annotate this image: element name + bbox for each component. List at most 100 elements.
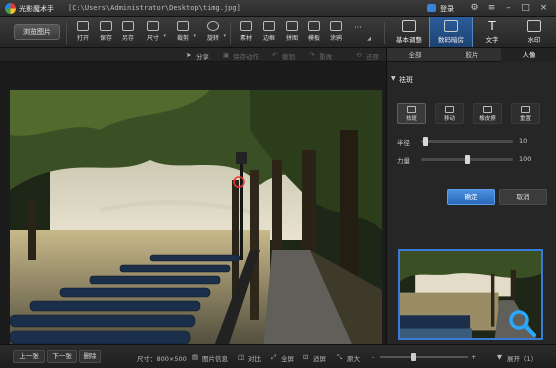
original-size-button[interactable]: 原大 — [347, 353, 360, 363]
menu-icon[interactable]: ≡ — [485, 3, 498, 14]
undo-icon: ↶ — [272, 51, 278, 59]
crop-button[interactable]: 裁剪 ▾ — [168, 20, 198, 46]
spot-removal-tool-button[interactable]: 祛斑 — [397, 103, 426, 124]
expand-button[interactable]: 展开（1） — [507, 353, 537, 363]
fullscreen-button[interactable]: 全屏 — [281, 353, 294, 363]
maximize-icon[interactable]: □ — [519, 3, 532, 14]
info-icon: ▤ — [192, 353, 199, 361]
adjust-icon — [402, 20, 416, 32]
share-button[interactable]: 分享 — [196, 51, 209, 61]
status-bar: 上一张 下一张 删除 尺寸：800×500 ▤ 图片信息 ◫ 对比 ⤢ 全屏 ⊡… — [0, 344, 556, 368]
reset-icon — [521, 106, 530, 113]
close-icon[interactable]: × — [537, 3, 550, 14]
action-bar: ➤ 分享 ▣ 保存动作 ↶ 撤销 ↷ 重做 ⟲ 还原 — [0, 48, 386, 62]
chevron-down-icon[interactable]: ◢ — [367, 36, 371, 42]
fit-icon: ⊡ — [303, 353, 309, 361]
save-as-icon — [122, 21, 134, 31]
folder-icon — [77, 21, 89, 31]
tab-all[interactable]: 全部 — [387, 48, 443, 62]
darkroom-icon — [444, 20, 458, 32]
delete-button[interactable]: 删除 — [79, 350, 101, 363]
cancel-button[interactable]: 取消 — [499, 189, 547, 205]
minimize-icon[interactable]: – — [502, 3, 515, 14]
zoom-magnifier-icon[interactable] — [508, 309, 536, 337]
panel-tabs: 全部 胶片 人像 — [387, 48, 556, 62]
ok-button[interactable]: 确定 — [447, 189, 495, 205]
material-icon — [240, 21, 252, 31]
app-logo-icon — [5, 3, 16, 14]
zoom-out-button[interactable]: - — [372, 353, 374, 361]
redo-button[interactable]: 重做 — [319, 51, 332, 61]
strength-slider-thumb[interactable] — [465, 155, 470, 164]
chevron-down-icon[interactable]: ▾ — [193, 33, 196, 39]
original-size-icon: ⤡ — [337, 353, 343, 361]
doodle-icon — [330, 21, 342, 31]
image-canvas[interactable] — [0, 62, 386, 368]
save-action-button[interactable]: 保存动作 — [233, 51, 259, 61]
resize-button[interactable]: 尺寸 ▾ — [138, 20, 168, 46]
tab-text[interactable]: T 文字 — [470, 17, 514, 47]
rotate-icon — [207, 21, 219, 31]
restore-button[interactable]: 还原 — [366, 51, 379, 61]
main-toolbar: 浏览图片 打开 保存 另存 尺寸 ▾ 裁剪 ▾ 旋转 ▾ 素材 边框 拼图 模板 涂鸦… — [0, 17, 556, 48]
move-icon — [445, 106, 454, 113]
previous-image-button[interactable]: 上一张 — [13, 350, 45, 363]
resize-icon — [147, 21, 159, 31]
zoom-slider-thumb[interactable] — [411, 353, 417, 361]
tab-basic-adjust[interactable]: 基本调整 — [387, 17, 431, 47]
edited-photo[interactable] — [10, 90, 382, 368]
eraser-tool-button[interactable]: 橡皮擦 — [473, 103, 502, 124]
login-link[interactable]: 登录 — [440, 4, 454, 14]
radius-slider-thumb[interactable] — [422, 137, 428, 146]
fit-screen-button[interactable]: 适屏 — [313, 353, 326, 363]
template-icon — [308, 21, 320, 31]
border-icon — [263, 21, 275, 31]
text-icon: T — [488, 19, 496, 33]
undo-button[interactable]: 撤销 — [282, 51, 295, 61]
redo-icon: ↷ — [309, 51, 315, 59]
restore-icon: ⟲ — [356, 51, 362, 59]
tab-portrait[interactable]: 人像 — [501, 48, 556, 62]
radius-value: 10 — [519, 137, 528, 145]
section-title: 祛斑 — [399, 76, 413, 84]
compare-button[interactable]: 对比 — [248, 353, 261, 363]
radius-label: 半径 — [397, 139, 410, 147]
file-path: [C:\Users\Administrator\Desktop\timg.jpg… — [68, 4, 241, 12]
next-image-button[interactable]: 下一张 — [47, 350, 77, 363]
tab-film[interactable]: 胶片 — [444, 48, 500, 62]
expand-icon: ▼ — [497, 353, 502, 361]
title-bar: 光影魔术手 [C:\Users\Administrator\Desktop\ti… — [0, 0, 556, 17]
login-icon[interactable] — [427, 4, 436, 12]
share-icon[interactable]: ➤ — [186, 51, 191, 59]
rotate-button[interactable]: 旋转 ▾ — [198, 20, 228, 46]
chevron-down-icon[interactable]: ▾ — [223, 33, 226, 39]
navigator-thumbnail[interactable] — [398, 249, 543, 340]
watermark-icon — [527, 20, 541, 32]
reset-button[interactable]: 重置 — [511, 103, 540, 124]
radius-slider[interactable] — [421, 137, 513, 146]
compare-icon: ◫ — [238, 353, 245, 361]
browse-images-button[interactable]: 浏览图片 — [14, 24, 60, 40]
section-header[interactable]: ▼ 祛斑 — [387, 74, 556, 86]
eraser-icon — [483, 106, 492, 113]
image-info-button[interactable]: 图片信息 — [202, 353, 228, 363]
image-size-readout: 尺寸：800×500 — [137, 355, 187, 363]
lake-promenade-photo — [10, 90, 382, 368]
tab-digital-darkroom[interactable]: 数码暗房 — [429, 17, 473, 47]
right-panel: 全部 胶片 人像 ▼ 祛斑 祛斑 移动 橡皮擦 重置 半径 10 力量 100 … — [386, 48, 556, 344]
chevron-down-icon[interactable]: ▼ — [391, 75, 396, 82]
fullscreen-icon: ⤢ — [271, 353, 277, 361]
cursor-icon — [407, 106, 416, 113]
more-tools-button[interactable]: ··· ◢ — [343, 20, 373, 46]
app-name: 光影魔术手 — [19, 5, 54, 13]
move-tool-button[interactable]: 移动 — [435, 103, 464, 124]
zoom-slider[interactable] — [380, 353, 468, 361]
skin-icon[interactable]: ⚙ — [468, 3, 481, 14]
chevron-down-icon[interactable]: ▾ — [163, 33, 166, 39]
tab-watermark[interactable]: 水印 — [512, 17, 556, 47]
collage-icon — [286, 21, 298, 31]
toolbar-divider — [384, 22, 385, 44]
zoom-in-button[interactable]: + — [471, 353, 476, 361]
strength-value: 100 — [519, 155, 532, 163]
strength-slider[interactable] — [421, 155, 513, 164]
